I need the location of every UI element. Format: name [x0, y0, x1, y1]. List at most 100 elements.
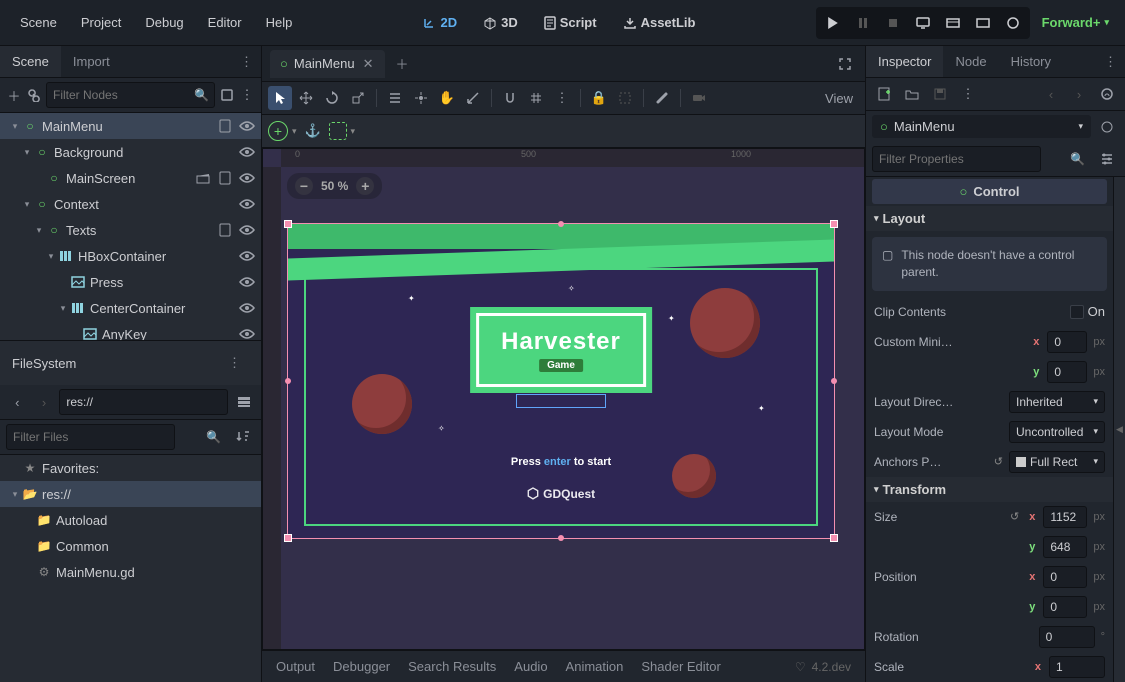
fs-back-button[interactable]: ‹ [6, 390, 29, 414]
run-remote-button[interactable] [909, 10, 937, 36]
visibility-icon[interactable] [237, 324, 257, 340]
object-help-button[interactable] [1095, 115, 1119, 139]
select-tool[interactable] [268, 86, 292, 110]
scale-tool[interactable] [346, 86, 370, 110]
filter-properties-input[interactable] [872, 146, 1041, 172]
filter-files-input[interactable] [6, 424, 175, 450]
lock-button[interactable]: 🔒 [587, 86, 611, 110]
layout-dir-select[interactable]: Inherited▾ [1009, 391, 1105, 413]
menu-scene[interactable]: Scene [10, 9, 67, 36]
scene-icon[interactable] [193, 168, 213, 188]
tab-history[interactable]: History [999, 46, 1063, 77]
custom-min-y-input[interactable] [1047, 361, 1087, 383]
tree-node-hboxcontainer[interactable]: ▾HBoxContainer [0, 243, 261, 269]
fs-item-mainmenugd[interactable]: ⚙MainMenu.gd [0, 559, 261, 585]
rotation-input[interactable] [1039, 626, 1095, 648]
scene-tree[interactable]: ▾○MainMenu▾○Background○MainScreen▾○Conte… [0, 113, 261, 340]
tab-shader-editor[interactable]: Shader Editor [641, 659, 721, 674]
workspace-assetlib[interactable]: AssetLib [613, 9, 706, 36]
group-button[interactable] [613, 86, 637, 110]
save-resource-button[interactable] [928, 82, 952, 106]
close-icon[interactable]: ✕ [361, 56, 376, 72]
tree-node-context[interactable]: ▾○Context [0, 191, 261, 217]
position-x-input[interactable] [1043, 566, 1087, 588]
chevron-down-icon[interactable]: ▾ [292, 126, 297, 137]
snap-options[interactable]: ⋮ [550, 86, 574, 110]
container-sizing[interactable] [329, 122, 347, 140]
fs-item-res[interactable]: ▾📂res:// [0, 481, 261, 507]
fs-forward-button[interactable]: › [33, 390, 56, 414]
stop-button[interactable] [879, 10, 907, 36]
property-options-button[interactable] [1095, 147, 1119, 171]
resource-extra-button[interactable]: ⋮ [956, 82, 980, 106]
load-resource-button[interactable] [900, 82, 924, 106]
fs-item-common[interactable]: 📁Common [0, 533, 261, 559]
toggle-icon[interactable]: ▾ [44, 251, 58, 262]
tree-node-centercontainer[interactable]: ▾CenterContainer [0, 295, 261, 321]
position-y-input[interactable] [1043, 596, 1087, 618]
tab-import[interactable]: Import [61, 46, 122, 77]
size-y-input[interactable] [1043, 536, 1087, 558]
visibility-icon[interactable] [237, 220, 257, 240]
fs-item-autoload[interactable]: 📁Autoload [0, 507, 261, 533]
toggle-icon[interactable]: ▾ [8, 489, 22, 500]
menu-help[interactable]: Help [256, 9, 303, 36]
tree-node-press[interactable]: Press [0, 269, 261, 295]
tab-output[interactable]: Output [276, 659, 315, 674]
list-tool[interactable] [383, 86, 407, 110]
clip-contents-checkbox[interactable] [1070, 305, 1084, 319]
filesystem-tree[interactable]: ★Favorites:▾📂res://📁Autoload📁Common⚙Main… [0, 455, 261, 682]
canvas-selection[interactable]: ✦ ✦ ✧ ✦ ✧ ✦ Harvester Game Press [287, 223, 835, 539]
instance-button[interactable] [26, 83, 42, 107]
visibility-icon[interactable] [237, 168, 257, 188]
toggle-icon[interactable]: ▾ [32, 225, 46, 236]
move-tool[interactable] [294, 86, 318, 110]
pivot-tool[interactable] [409, 86, 433, 110]
history-forward-button[interactable]: › [1067, 82, 1091, 106]
script-icon[interactable] [215, 220, 235, 240]
menu-debug[interactable]: Debug [135, 9, 193, 36]
section-transform[interactable]: ▾Transform [866, 477, 1113, 502]
doc-tab-mainmenu[interactable]: ○ MainMenu ✕ [270, 50, 385, 78]
tab-search-results[interactable]: Search Results [408, 659, 496, 674]
pause-button[interactable] [849, 10, 877, 36]
fs-view-mode-button[interactable] [232, 390, 255, 414]
bone-button[interactable] [650, 86, 674, 110]
script-icon[interactable] [215, 168, 235, 188]
visibility-icon[interactable] [237, 194, 257, 214]
visibility-icon[interactable] [237, 272, 257, 292]
custom-min-x-input[interactable] [1047, 331, 1087, 353]
pan-tool[interactable]: ✋ [435, 86, 459, 110]
new-resource-button[interactable] [872, 82, 896, 106]
visibility-icon[interactable] [237, 116, 257, 136]
tab-scene[interactable]: Scene [0, 46, 61, 77]
visibility-icon[interactable] [237, 142, 257, 162]
revert-icon[interactable]: ↺ [994, 455, 1003, 468]
filesystem-menu-icon[interactable]: ⋮ [220, 349, 249, 377]
tab-debugger[interactable]: Debugger [333, 659, 390, 674]
dock-menu-icon[interactable]: ⋮ [232, 48, 261, 76]
play-scene-button[interactable] [969, 10, 997, 36]
heart-icon[interactable]: ♡ [795, 660, 806, 674]
add-node-viewport[interactable]: + [268, 121, 288, 141]
tree-node-background[interactable]: ▾○Background [0, 139, 261, 165]
anchor-tool[interactable]: ⚓ [301, 119, 325, 143]
add-tab-button[interactable]: ＋ [385, 48, 418, 79]
add-node-button[interactable]: ＋ [6, 83, 22, 107]
movie-button[interactable] [939, 10, 967, 36]
layout-mode-select[interactable]: Uncontrolled▾ [1009, 421, 1105, 443]
tree-node-mainmenu[interactable]: ▾○MainMenu [0, 113, 261, 139]
tab-audio[interactable]: Audio [514, 659, 547, 674]
visibility-icon[interactable] [237, 246, 257, 266]
zoom-out-button[interactable]: − [295, 177, 313, 195]
tab-node[interactable]: Node [943, 46, 998, 77]
class-header-control[interactable]: ○ Control [872, 179, 1107, 204]
tree-node-mainscreen[interactable]: ○MainScreen [0, 165, 261, 191]
toggle-icon[interactable]: ▾ [8, 121, 22, 132]
scale-x-input[interactable] [1049, 656, 1105, 678]
fs-item-favorites[interactable]: ★Favorites: [0, 455, 261, 481]
rotate-tool[interactable] [320, 86, 344, 110]
toggle-icon[interactable]: ▾ [56, 303, 70, 314]
history-back-button[interactable]: ‹ [1039, 82, 1063, 106]
renderer-dropdown[interactable]: Forward+ ▾ [1036, 11, 1115, 34]
